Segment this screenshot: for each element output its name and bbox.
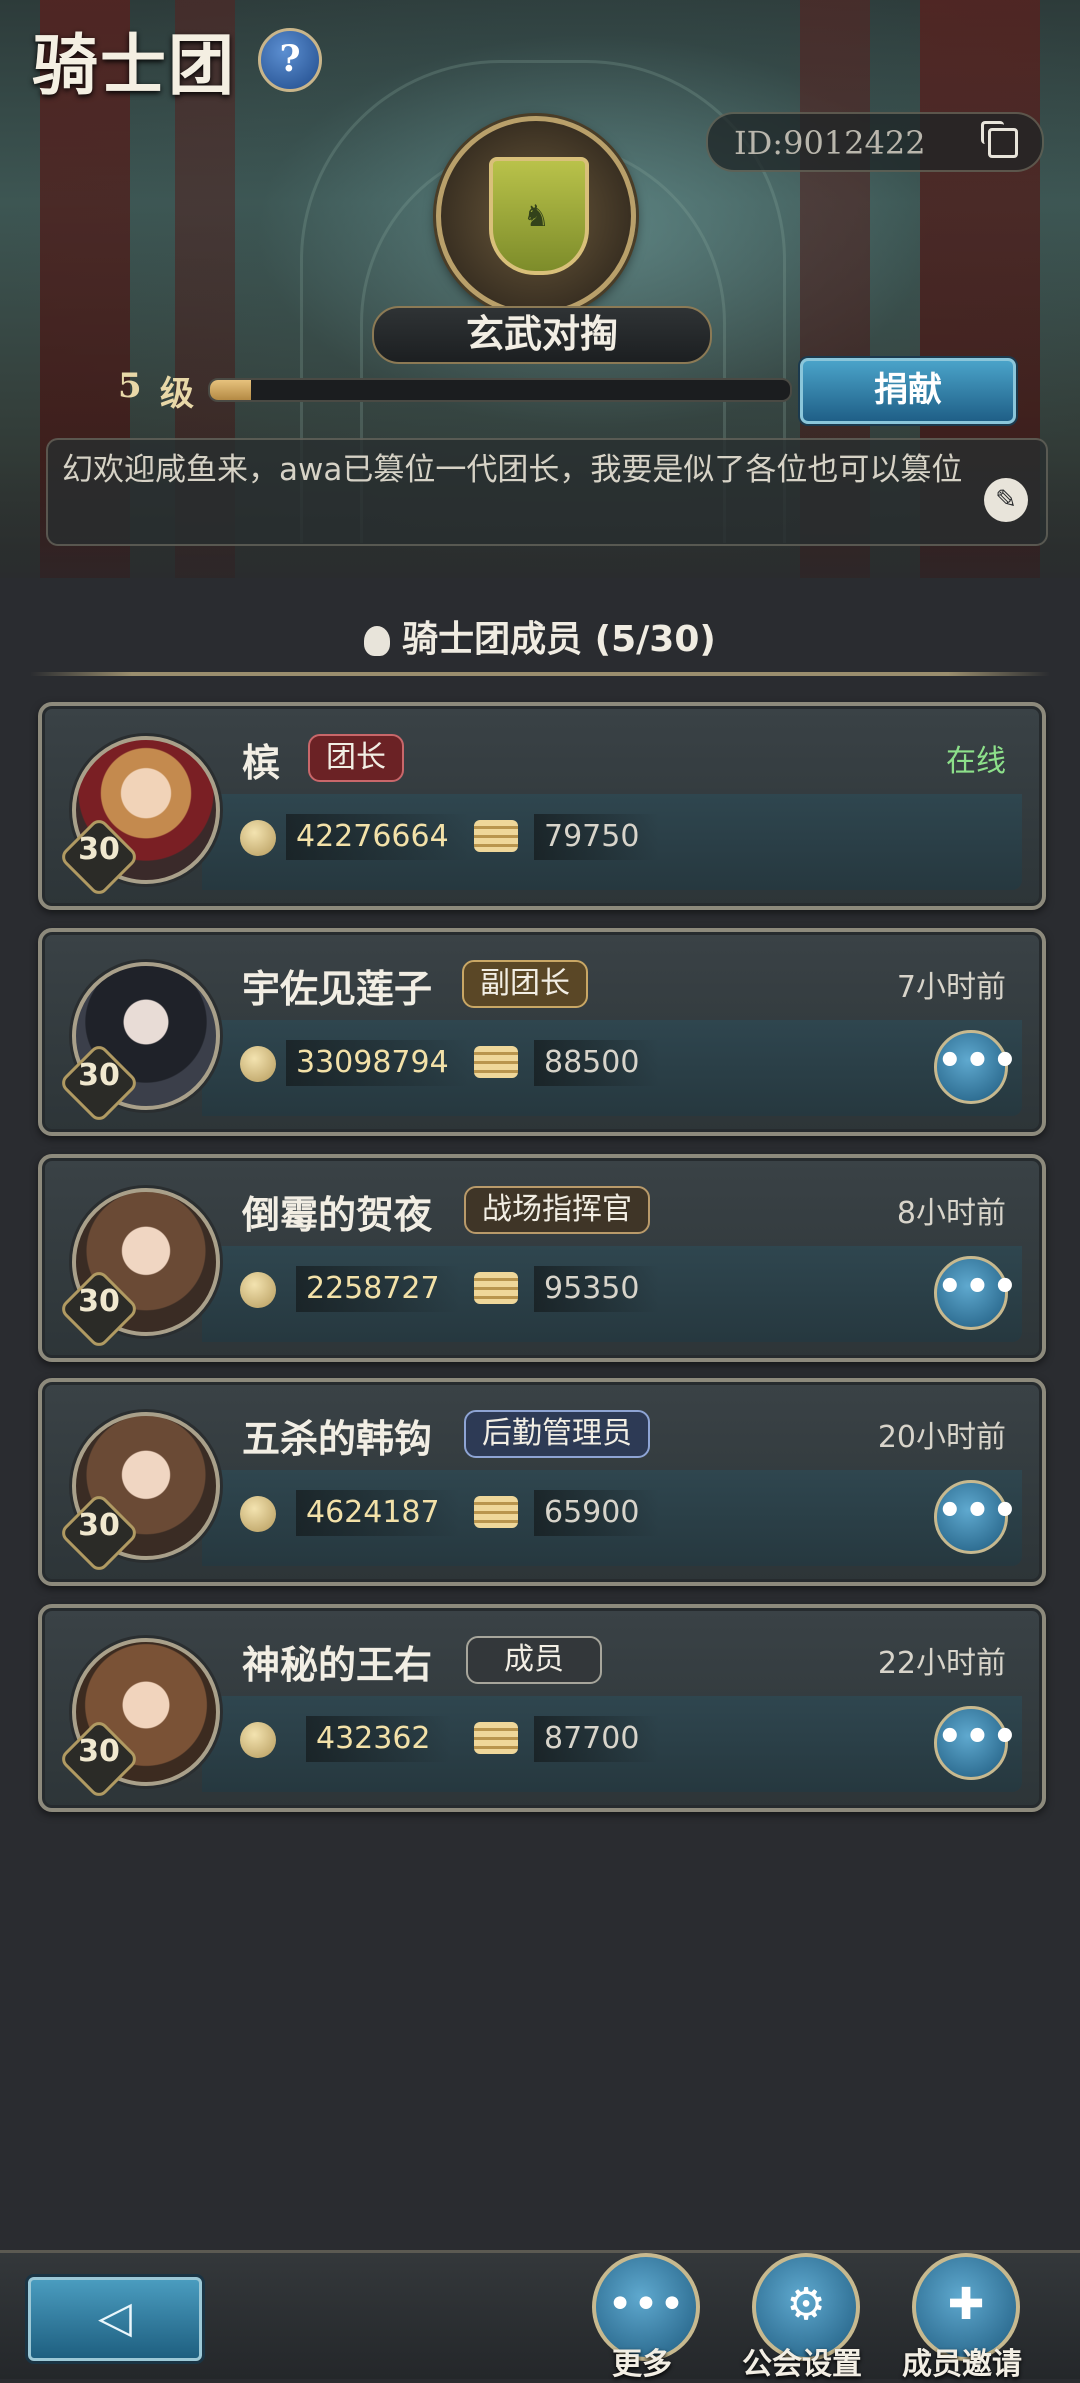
member-level: 30 xyxy=(78,1284,120,1319)
member-head-icon xyxy=(364,626,391,656)
guild-level-progress-fill xyxy=(210,380,251,400)
member-power: 42276664 xyxy=(286,814,469,860)
member-name: 宇佐见莲子 xyxy=(242,966,433,1011)
role-badge: 成员 xyxy=(466,1636,602,1684)
member-name: 槟 xyxy=(242,740,281,785)
member-more-button[interactable]: ••• xyxy=(934,1256,1018,1330)
role-badge: 团长 xyxy=(308,734,404,782)
power-icon xyxy=(240,1722,276,1758)
member-status: 22小时前 xyxy=(877,1646,1006,1681)
page-title: 骑士团 xyxy=(32,26,236,104)
member-coins: 79750 xyxy=(534,814,660,860)
guild-level-number: 5 xyxy=(118,366,142,406)
member-level: 30 xyxy=(78,1508,120,1543)
member-status: 8小时前 xyxy=(896,1196,1006,1231)
member-level: 30 xyxy=(78,1734,120,1769)
guild-level-progress xyxy=(208,378,792,402)
member-card[interactable]: 30 倒霉的贺夜 战场指挥官 8小时前 2258727 95350 ••• xyxy=(38,1154,1046,1362)
back-button[interactable]: ◁ xyxy=(28,2277,202,2361)
power-icon xyxy=(240,1496,276,1532)
member-status: 20小时前 xyxy=(877,1420,1006,1455)
member-more-button[interactable]: ••• xyxy=(934,1706,1018,1780)
section-divider xyxy=(30,672,1050,676)
copy-icon[interactable] xyxy=(981,121,1018,158)
shield-icon: ♞ xyxy=(489,157,589,275)
member-coins: 88500 xyxy=(534,1040,660,1086)
guild-notice-text: 幻欢迎咸鱼来，awa已篡位一代团长，我要是似了各位也可以篡位 xyxy=(62,452,963,488)
guild-level-unit: 级 xyxy=(160,374,194,414)
member-name: 神秘的王右 xyxy=(242,1642,433,1687)
members-title-text: 骑士团成员 (5/30) xyxy=(402,619,716,660)
coin-icon xyxy=(474,1722,518,1754)
member-name: 五杀的韩钩 xyxy=(242,1416,433,1461)
invite-members-label: 成员邀请 xyxy=(902,2347,1022,2382)
donate-button[interactable]: 捐献 xyxy=(800,358,1016,424)
back-arrow-icon: ◁ xyxy=(98,2292,132,2343)
add-member-icon: ✚ xyxy=(947,2279,985,2330)
member-level: 30 xyxy=(78,832,120,867)
coin-icon xyxy=(474,1496,518,1528)
member-more-button[interactable]: ••• xyxy=(934,1030,1018,1104)
member-status: 在线 xyxy=(946,744,1006,779)
guild-settings-label: 公会设置 xyxy=(742,2347,862,2382)
guild-name: 玄武对掏 xyxy=(372,306,712,364)
guild-id-box[interactable]: ID:9012422 xyxy=(706,112,1044,172)
member-power: 432362 xyxy=(306,1716,451,1762)
member-level: 30 xyxy=(78,1058,120,1093)
member-power: 2258727 xyxy=(296,1266,460,1312)
power-icon xyxy=(240,1272,276,1308)
member-power: 4624187 xyxy=(296,1490,460,1536)
member-coins: 95350 xyxy=(534,1266,660,1312)
power-icon xyxy=(240,1046,276,1082)
ellipsis-icon: ••• xyxy=(607,2279,685,2330)
coin-icon xyxy=(474,820,518,852)
member-name: 倒霉的贺夜 xyxy=(242,1192,433,1237)
guild-emblem: ♞ xyxy=(436,116,636,316)
edit-icon[interactable]: ✎ xyxy=(984,478,1028,522)
bottom-bar: ◁ ••• 更多 ⚙ 公会设置 ✚ 成员邀请 xyxy=(0,2250,1080,2382)
more-label: 更多 xyxy=(612,2347,672,2382)
member-power: 33098794 xyxy=(286,1040,469,1086)
member-coins: 87700 xyxy=(534,1716,660,1762)
member-status: 7小时前 xyxy=(896,970,1006,1005)
guild-notice: 幻欢迎咸鱼来，awa已篡位一代团长，我要是似了各位也可以篡位 ✎ xyxy=(46,438,1048,546)
role-badge: 战场指挥官 xyxy=(464,1186,650,1234)
member-card[interactable]: 30 神秘的王右 成员 22小时前 432362 87700 ••• xyxy=(38,1604,1046,1812)
member-more-button[interactable]: ••• xyxy=(934,1480,1018,1554)
help-icon[interactable]: ? xyxy=(258,28,322,92)
member-coins: 65900 xyxy=(534,1490,660,1536)
gear-icon: ⚙ xyxy=(786,2279,826,2330)
guild-id: ID:9012422 xyxy=(734,124,926,162)
member-card[interactable]: 30 宇佐见莲子 副团长 7小时前 33098794 88500 ••• xyxy=(38,928,1046,1136)
role-badge: 副团长 xyxy=(462,960,588,1008)
coin-icon xyxy=(474,1272,518,1304)
member-card[interactable]: 30 槟 团长 在线 42276664 79750 xyxy=(38,702,1046,910)
power-icon xyxy=(240,820,276,856)
coin-icon xyxy=(474,1046,518,1078)
member-card[interactable]: 30 五杀的韩钩 后勤管理员 20小时前 4624187 65900 ••• xyxy=(38,1378,1046,1586)
members-section-title: 骑士团成员 (5/30) xyxy=(0,610,1080,662)
role-badge: 后勤管理员 xyxy=(464,1410,650,1458)
